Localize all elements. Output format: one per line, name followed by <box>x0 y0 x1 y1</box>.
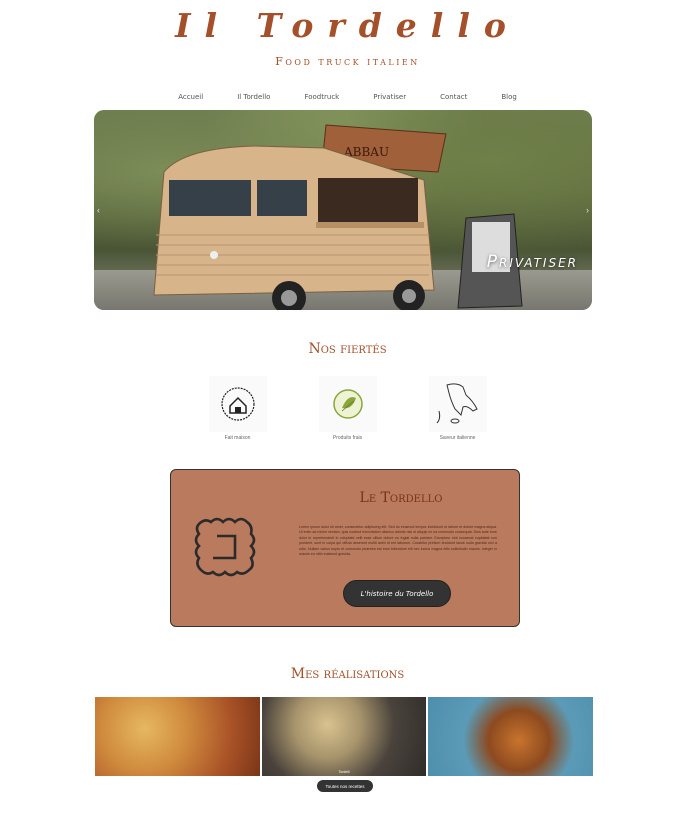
nav-item-foodtruck[interactable]: Foodtruck <box>287 93 356 101</box>
story-card: Le Tordello Lorem ipsum dolor sit amet, … <box>170 469 520 627</box>
hero-caption[interactable]: Privatiser <box>487 252 578 272</box>
pride-label: Fait maison <box>224 435 251 441</box>
tordelli-sauce-photo[interactable] <box>95 697 260 776</box>
site-logo[interactable]: Il Tordello <box>0 6 695 45</box>
site-tagline: Food truck italien <box>275 55 420 68</box>
pride-label: Saveur italienne <box>439 435 476 441</box>
house-icon <box>208 376 267 432</box>
nav-item-privatiser[interactable]: Privatiser <box>356 93 423 101</box>
story-text: Lorem ipsum dolor sit amet, consectetur … <box>299 525 497 557</box>
tordello-pasta-icon <box>194 517 256 577</box>
chevron-left-icon[interactable]: ‹ <box>97 205 100 215</box>
chevron-right-icon[interactable]: › <box>586 205 589 215</box>
story-title: Le Tordello <box>359 490 443 506</box>
pride-item: Saveur italienne <box>428 376 487 441</box>
story-button[interactable]: L'histoire du Tordello <box>343 580 451 607</box>
nav-item-il-tordello[interactable]: Il Tordello <box>220 93 287 101</box>
prides-list: Fait maison Produits frais Saveur italie… <box>0 376 695 441</box>
nav-item-contact[interactable]: Contact <box>423 93 484 101</box>
tordelli-raw-photo[interactable]: Tordelli <box>261 697 427 776</box>
all-recipes-button[interactable]: Toutes nos recettes <box>317 780 373 792</box>
photo-label: Tordelli <box>338 770 350 774</box>
prides-title: Nos fiertés <box>308 341 387 357</box>
pride-item: Produits frais <box>318 376 377 441</box>
realisations-title: Mes réalisations <box>290 666 405 682</box>
pride-label: Produits frais <box>332 435 363 441</box>
main-nav: Accueil Il Tordello Foodtruck Privatiser… <box>0 93 695 101</box>
nav-item-accueil[interactable]: Accueil <box>161 93 220 101</box>
hero-slider[interactable]: ABBAU ‹ › Privatiser <box>94 110 592 310</box>
realisations-gallery: Tordelli <box>95 697 594 776</box>
italy-map-icon <box>428 376 487 432</box>
pride-item: Fait maison <box>208 376 267 441</box>
tordelli-plate-photo[interactable] <box>428 697 594 776</box>
nav-item-blog[interactable]: Blog <box>484 93 533 101</box>
food-truck-illustration: ABBAU <box>153 124 523 310</box>
fresh-leaf-icon <box>318 376 377 432</box>
